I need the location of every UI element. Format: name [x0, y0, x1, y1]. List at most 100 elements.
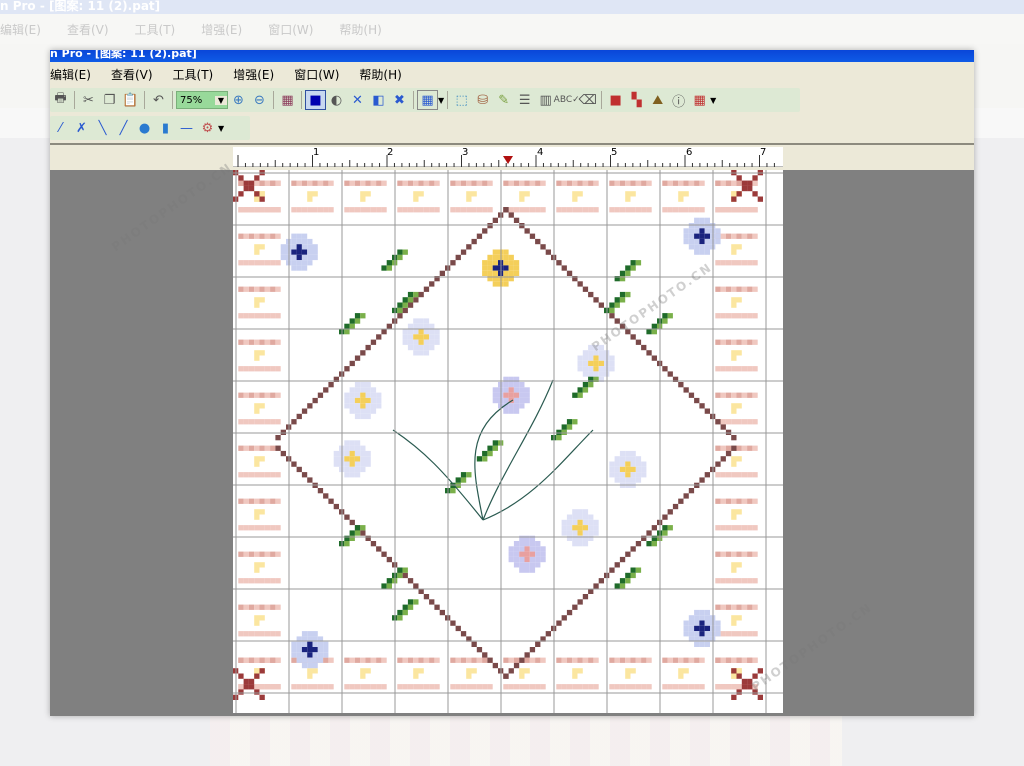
title-bar[interactable]: n Pro - [图案: 11 (2).pat]	[50, 50, 974, 62]
palette-icon[interactable]: ▦	[277, 90, 298, 110]
stitch	[349, 323, 355, 329]
gear-icon[interactable]: ⚙	[197, 118, 218, 138]
stitch	[264, 233, 271, 239]
bead-icon[interactable]: ●	[134, 118, 155, 138]
copy-icon[interactable]: ❐	[99, 90, 120, 110]
stitch	[720, 578, 726, 584]
menu-enhance[interactable]: 增强(E)	[233, 66, 282, 83]
chevron-down-icon[interactable]: ▼	[218, 124, 224, 133]
stitch	[741, 233, 748, 239]
stitch	[683, 625, 689, 632]
zoom-in-icon[interactable]: ⊕	[228, 90, 249, 110]
three-quarter-icon[interactable]: ◧	[368, 90, 389, 110]
chevron-down-icon[interactable]: ▼	[215, 95, 227, 105]
half-stitch-icon[interactable]: ◐	[326, 90, 347, 110]
stitch	[492, 265, 498, 271]
stitch	[354, 318, 361, 324]
stitch	[402, 609, 408, 616]
backstitch-icon[interactable]: ╲	[92, 118, 113, 138]
stitch	[582, 519, 589, 526]
info-icon[interactable]: ⓘ	[668, 90, 689, 110]
settings-icon[interactable]: ▦	[689, 90, 710, 110]
stitch	[715, 498, 721, 504]
stitch	[397, 572, 403, 579]
stitch	[317, 180, 324, 186]
stitch	[619, 180, 626, 186]
grid-icon[interactable]: ▦	[417, 90, 438, 110]
rows-icon[interactable]: ☰	[514, 90, 535, 110]
fill-icon[interactable]: ⛁	[472, 90, 493, 110]
stitch	[630, 265, 636, 271]
stitch	[582, 180, 589, 186]
stitch	[413, 291, 419, 298]
stitch	[577, 519, 583, 526]
capsule-icon[interactable]: ▮	[155, 118, 176, 138]
stitch	[694, 228, 700, 234]
stitch	[715, 286, 721, 292]
stitch	[699, 625, 705, 632]
stitch	[254, 180, 260, 186]
stitch	[317, 657, 324, 663]
cross-icon[interactable]: ✕	[347, 90, 368, 110]
stitch	[307, 657, 313, 663]
chevron-down-icon[interactable]: ▼	[710, 96, 716, 105]
menu-help[interactable]: 帮助(H)	[359, 66, 409, 83]
stitch	[524, 392, 530, 398]
needle-icon[interactable]: ⁄	[50, 118, 71, 138]
select-icon[interactable]: ⬚	[451, 90, 472, 110]
stitch	[476, 180, 483, 186]
french-knot-icon[interactable]: ✗	[71, 118, 92, 138]
stitch	[376, 657, 382, 663]
stitch	[630, 572, 636, 579]
pattern-icon[interactable]: ■	[605, 90, 626, 110]
stitch	[307, 641, 313, 647]
stitch	[715, 525, 721, 531]
print-icon[interactable]: 🖶	[50, 90, 71, 110]
stitch	[683, 238, 689, 245]
stitch	[752, 286, 758, 292]
stitch	[301, 207, 308, 213]
cut-icon[interactable]: ✂	[78, 90, 99, 110]
stitch	[736, 419, 742, 425]
stitch	[317, 652, 324, 658]
full-stitch-icon[interactable]: ■	[305, 90, 326, 110]
menu-window[interactable]: 窗口(W)	[294, 66, 347, 83]
stitch	[450, 260, 456, 266]
stitch	[646, 329, 652, 335]
line-icon[interactable]: ╱	[113, 118, 134, 138]
stitch	[619, 466, 626, 473]
chevron-down-icon[interactable]: ▼	[438, 96, 444, 105]
stitch	[312, 254, 318, 261]
undo-icon[interactable]: ↶	[148, 90, 169, 110]
eraser-icon[interactable]: ⌫	[577, 90, 598, 110]
chart-icon[interactable]: ⛰	[647, 90, 668, 110]
stitch	[407, 339, 414, 345]
menu-view[interactable]: 查看(V)	[111, 66, 161, 83]
stitch	[270, 551, 276, 557]
stitch	[243, 185, 249, 192]
zoom-select[interactable]: 75% ▼	[176, 91, 228, 109]
spellcheck-icon[interactable]: ABC✓	[554, 90, 580, 110]
blocks-icon[interactable]: ▚	[626, 90, 647, 110]
stitch	[630, 334, 636, 340]
stitch	[476, 233, 483, 239]
zoom-out-icon[interactable]: ⊖	[249, 90, 270, 110]
pattern-canvas[interactable]	[233, 170, 783, 713]
stitch	[487, 445, 493, 451]
brush-icon[interactable]: ✎	[493, 90, 514, 110]
stitch	[460, 477, 467, 483]
stitch	[418, 318, 424, 324]
menu-edit[interactable]: 编辑(E)	[50, 66, 99, 83]
x-stitch-icon[interactable]: ✖	[389, 90, 410, 110]
stitch	[254, 260, 260, 266]
dash-icon[interactable]: —	[176, 118, 197, 138]
stitch	[715, 551, 721, 557]
stitch	[614, 684, 620, 690]
stitch	[752, 191, 758, 197]
paste-icon[interactable]: 📋	[120, 90, 141, 110]
cross-stitch-pattern[interactable]	[233, 170, 783, 713]
stitch	[731, 472, 737, 478]
menu-tools[interactable]: 工具(T)	[173, 66, 222, 83]
ruler[interactable]: 1 2 3 4 5 6 7	[233, 147, 783, 167]
stitch	[566, 424, 573, 430]
